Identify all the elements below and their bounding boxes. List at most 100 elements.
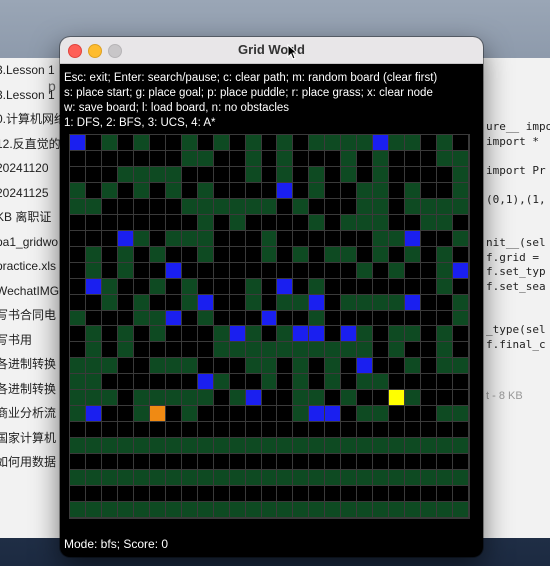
grid-cell-empty[interactable] bbox=[405, 262, 422, 279]
grid-cell-empty[interactable] bbox=[261, 150, 278, 167]
grid-cell-grass[interactable] bbox=[341, 342, 358, 359]
grid-cell-empty[interactable] bbox=[133, 454, 150, 471]
grid-cell-grass[interactable] bbox=[277, 294, 294, 311]
grid-cell-empty[interactable] bbox=[181, 374, 198, 391]
grid-cell-grass[interactable] bbox=[181, 135, 198, 151]
grid-cell-grass[interactable] bbox=[213, 135, 230, 151]
grid-cell-grass[interactable] bbox=[165, 438, 182, 455]
grid-cell-grass[interactable] bbox=[229, 198, 246, 215]
grid-cell-grass[interactable] bbox=[309, 390, 326, 407]
grid-cell-empty[interactable] bbox=[277, 390, 294, 407]
grid-cell-grass[interactable] bbox=[405, 182, 422, 199]
grid-cell-puddle[interactable] bbox=[117, 230, 134, 247]
grid-cell-grass[interactable] bbox=[213, 470, 230, 487]
grid-cell-grass[interactable] bbox=[70, 198, 86, 215]
grid-cell-grass[interactable] bbox=[149, 390, 166, 407]
grid-cell-empty[interactable] bbox=[309, 150, 326, 167]
grid-cell-grass[interactable] bbox=[229, 342, 246, 359]
grid-cell-puddle[interactable] bbox=[325, 406, 342, 423]
grid-cell-grass[interactable] bbox=[421, 470, 438, 487]
grid-cell-grass[interactable] bbox=[437, 342, 454, 359]
grid-cell-grass[interactable] bbox=[277, 342, 294, 359]
grid-cell-empty[interactable] bbox=[341, 406, 358, 423]
grid-cell-grass[interactable] bbox=[309, 182, 326, 199]
grid-cell-grass[interactable] bbox=[293, 438, 310, 455]
grid-cell-empty[interactable] bbox=[261, 262, 278, 279]
grid-cell-start[interactable] bbox=[149, 406, 166, 423]
grid-cell-empty[interactable] bbox=[149, 486, 166, 503]
grid-cell-empty[interactable] bbox=[357, 150, 374, 167]
grid-cell-grass[interactable] bbox=[293, 342, 310, 359]
grid-cell-empty[interactable] bbox=[117, 374, 134, 391]
grid-cell-grass[interactable] bbox=[261, 438, 278, 455]
grid-cell-grass[interactable] bbox=[437, 135, 454, 151]
grid-cell-empty[interactable] bbox=[213, 150, 230, 167]
grid-cell-grass[interactable] bbox=[213, 198, 230, 215]
grid-cell-grass[interactable] bbox=[133, 438, 150, 455]
grid-cell-empty[interactable] bbox=[421, 406, 438, 423]
grid-cell-empty[interactable] bbox=[293, 454, 310, 471]
grid-cell-empty[interactable] bbox=[405, 310, 422, 327]
grid-cell-grass[interactable] bbox=[293, 246, 310, 263]
grid-cell-empty[interactable] bbox=[341, 358, 358, 375]
grid-cell-grass[interactable] bbox=[117, 342, 134, 359]
grid-cell-empty[interactable] bbox=[277, 198, 294, 215]
grid-cell-empty[interactable] bbox=[373, 454, 390, 471]
grid-cell-grass[interactable] bbox=[437, 358, 454, 375]
grid-cell-empty[interactable] bbox=[277, 230, 294, 247]
grid-cell-grass[interactable] bbox=[421, 502, 438, 518]
grid-cell-empty[interactable] bbox=[245, 454, 262, 471]
grid-cell-empty[interactable] bbox=[101, 230, 118, 247]
grid-cell-empty[interactable] bbox=[325, 278, 342, 295]
grid-cell-empty[interactable] bbox=[357, 486, 374, 503]
grid-cell-empty[interactable] bbox=[213, 454, 230, 471]
grid-cell-grass[interactable] bbox=[277, 502, 294, 518]
grid-cell-empty[interactable] bbox=[85, 454, 102, 471]
grid-cell-empty[interactable] bbox=[453, 486, 469, 503]
grid-cell-grass[interactable] bbox=[101, 135, 118, 151]
grid-cell-empty[interactable] bbox=[197, 135, 214, 151]
grid-cell-grass[interactable] bbox=[453, 230, 469, 247]
grid-cell-grass[interactable] bbox=[70, 310, 86, 327]
grid-cell-empty[interactable] bbox=[389, 182, 406, 199]
grid-cell-grass[interactable] bbox=[357, 342, 374, 359]
grid-cell-grass[interactable] bbox=[373, 406, 390, 423]
grid-cell-empty[interactable] bbox=[421, 326, 438, 343]
grid-cell-empty[interactable] bbox=[181, 166, 198, 183]
grid-cell-grass[interactable] bbox=[149, 438, 166, 455]
grid-cell-empty[interactable] bbox=[277, 486, 294, 503]
grid-cell-empty[interactable] bbox=[181, 246, 198, 263]
grid-cell-grass[interactable] bbox=[357, 406, 374, 423]
grid-cell-grass[interactable] bbox=[117, 262, 134, 279]
grid-cell-empty[interactable] bbox=[341, 230, 358, 247]
grid-cell-empty[interactable] bbox=[149, 342, 166, 359]
grid-cell-empty[interactable] bbox=[309, 374, 326, 391]
grid-cell-grass[interactable] bbox=[101, 502, 118, 518]
grid-cell-grass[interactable] bbox=[197, 198, 214, 215]
grid-cell-grass[interactable] bbox=[261, 246, 278, 263]
grid-cell-empty[interactable] bbox=[245, 214, 262, 231]
grid-cell-empty[interactable] bbox=[117, 198, 134, 215]
grid-cell-empty[interactable] bbox=[437, 230, 454, 247]
grid-cell-empty[interactable] bbox=[277, 422, 294, 439]
grid-cell-empty[interactable] bbox=[213, 246, 230, 263]
grid-cell-grass[interactable] bbox=[389, 342, 406, 359]
grid-cell-empty[interactable] bbox=[117, 486, 134, 503]
grid-cell-empty[interactable] bbox=[261, 454, 278, 471]
grid-cell-empty[interactable] bbox=[229, 310, 246, 327]
grid-cell-empty[interactable] bbox=[373, 342, 390, 359]
grid-cell-empty[interactable] bbox=[101, 246, 118, 263]
grid-cell-grass[interactable] bbox=[389, 470, 406, 487]
grid-cell-empty[interactable] bbox=[325, 150, 342, 167]
grid-cell-grass[interactable] bbox=[85, 438, 102, 455]
grid-cell-empty[interactable] bbox=[261, 294, 278, 311]
grid-cell-empty[interactable] bbox=[437, 166, 454, 183]
grid-cell-empty[interactable] bbox=[133, 150, 150, 167]
grid-cell-grass[interactable] bbox=[85, 326, 102, 343]
grid-cell-empty[interactable] bbox=[357, 390, 374, 407]
grid-cell-empty[interactable] bbox=[421, 342, 438, 359]
grid-cell-empty[interactable] bbox=[101, 342, 118, 359]
grid-cell-grass[interactable] bbox=[405, 326, 422, 343]
grid-cell-grass[interactable] bbox=[197, 182, 214, 199]
grid-cell-empty[interactable] bbox=[229, 454, 246, 471]
